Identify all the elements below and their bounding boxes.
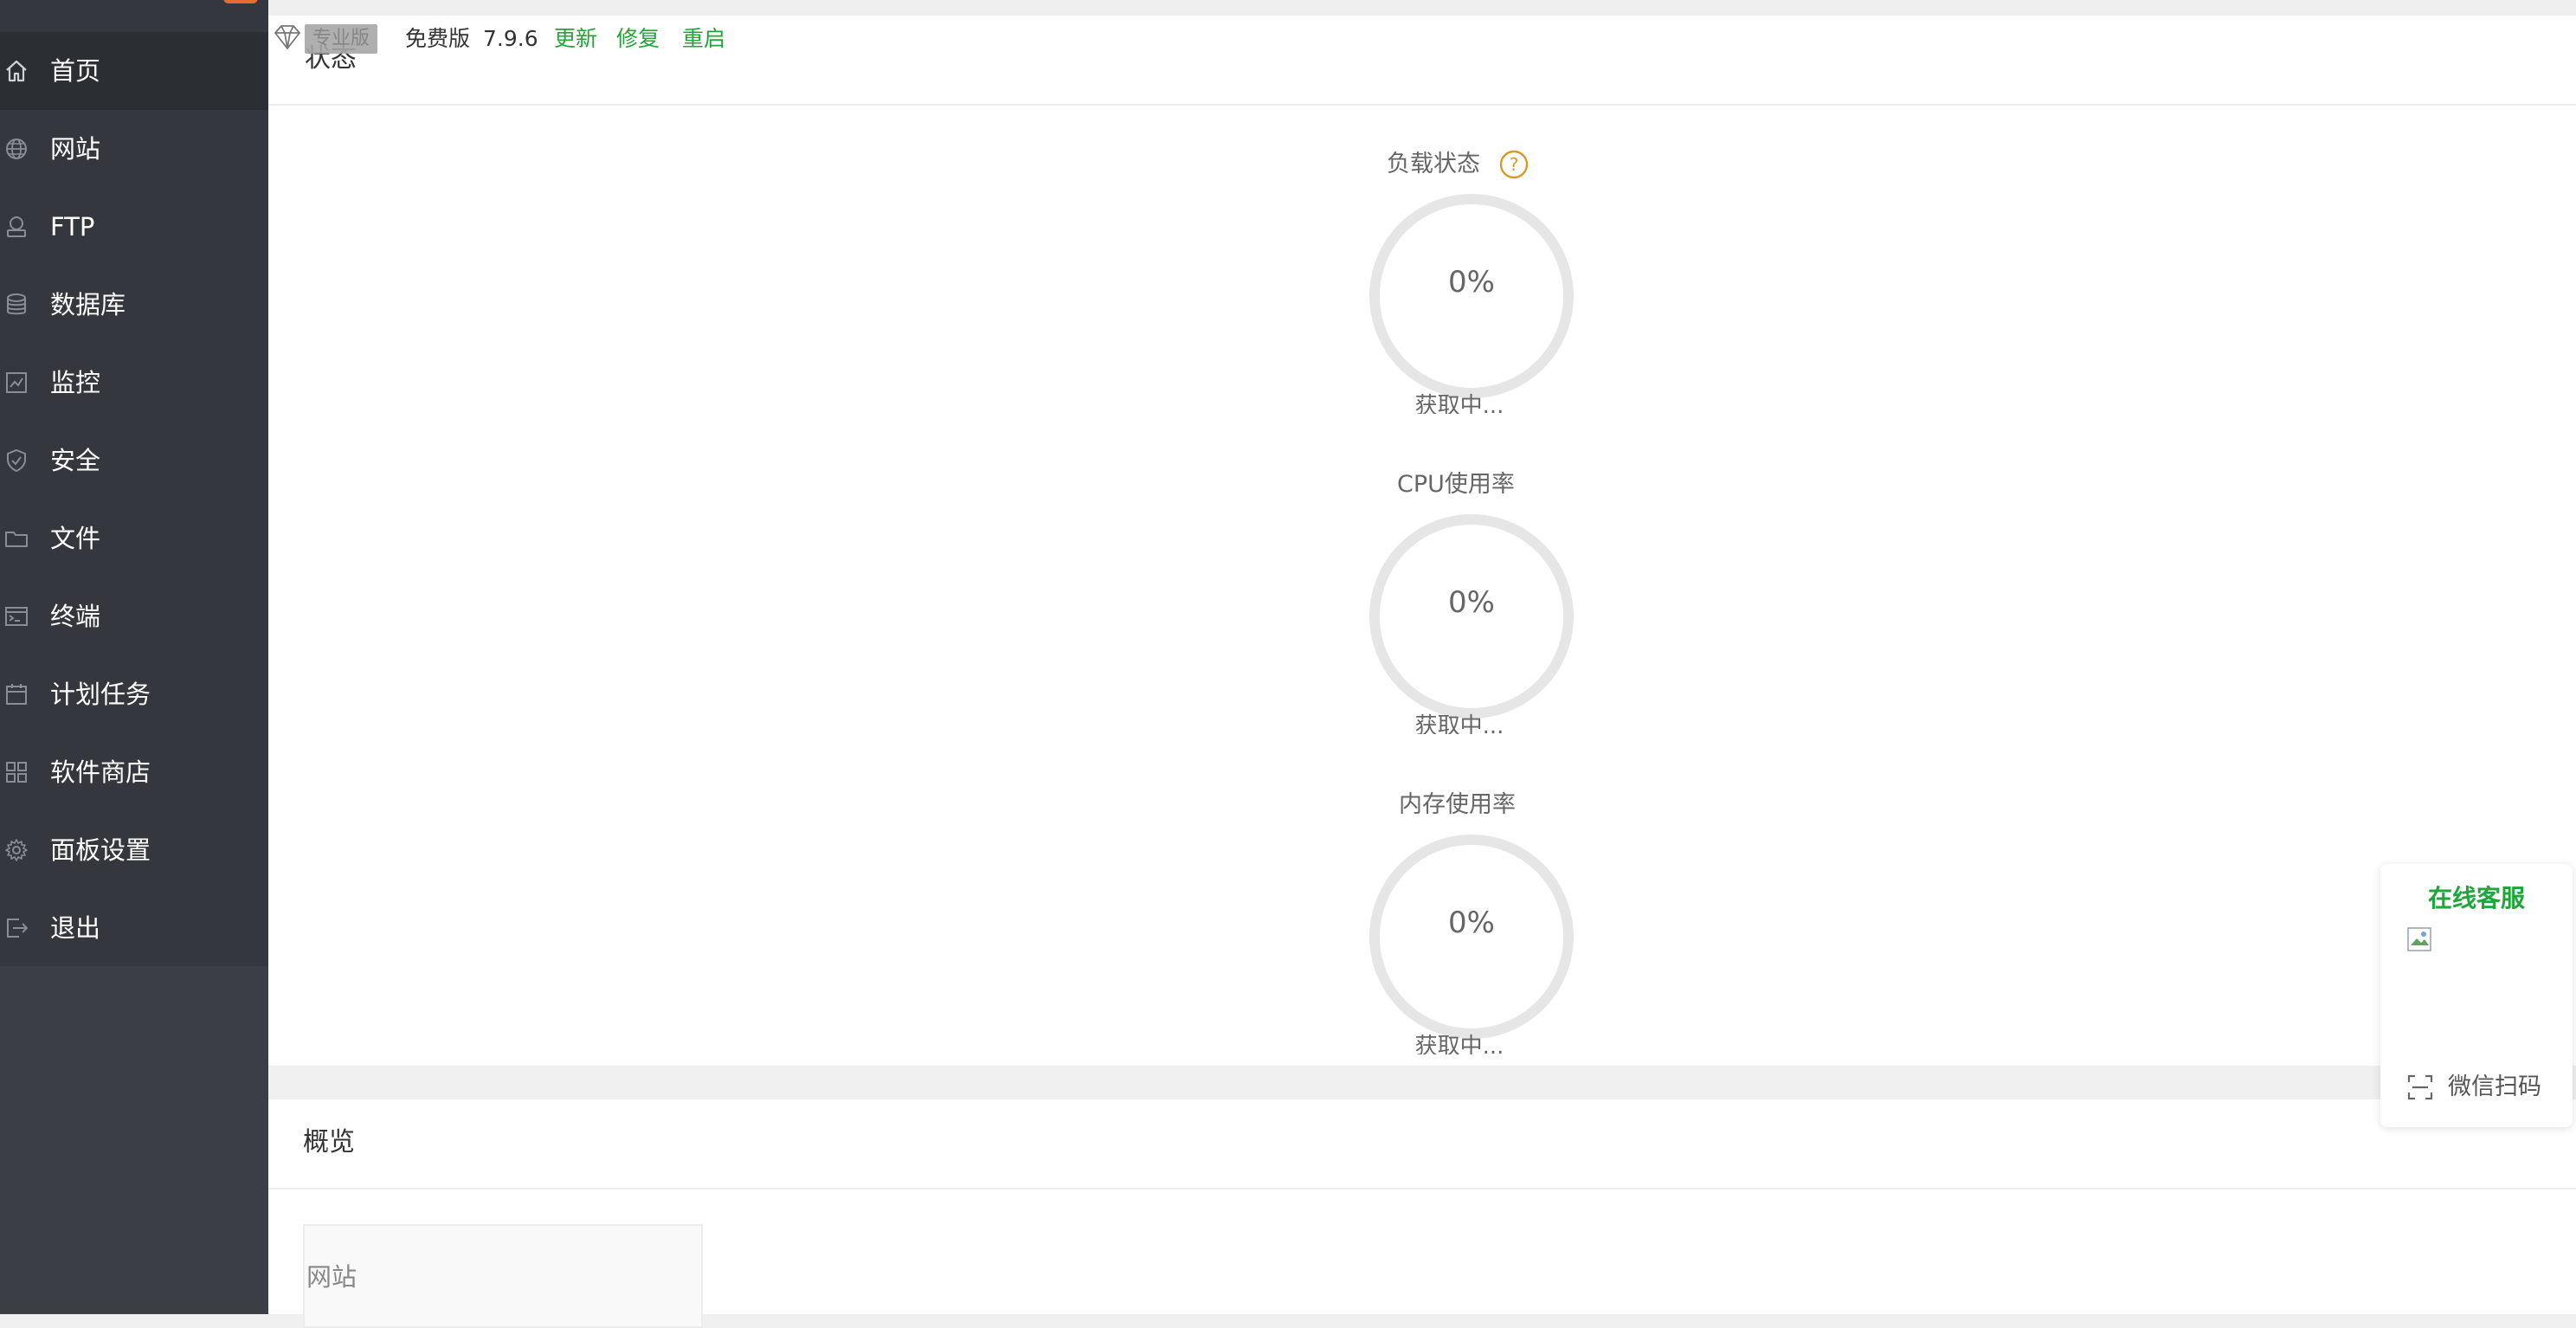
grid-apps-icon: [3, 759, 29, 785]
version-number: 7.9.6: [483, 26, 538, 51]
cpu-gauge-title: CPU使用率: [1397, 471, 1515, 498]
sidebar-item-files[interactable]: 文件: [0, 500, 268, 577]
sidebar: 首页 网站 FTP 数据库 监控 安全 文件 终端 计划任务 软件商店 面板设置…: [0, 0, 268, 1314]
svg-text:?: ?: [1510, 154, 1519, 175]
restart-link[interactable]: 重启: [682, 24, 725, 54]
sidebar-item-label: 安全: [50, 446, 101, 475]
sidebar-item-home[interactable]: 首页: [0, 32, 268, 110]
ftp-icon: [3, 214, 29, 240]
sidebar-item-terminal[interactable]: 终端: [0, 577, 268, 655]
scan-icon: [2406, 1073, 2434, 1101]
sidebar-item-label: 网站: [50, 134, 101, 164]
sidebar-item-database[interactable]: 数据库: [0, 266, 268, 344]
globe-icon: [3, 136, 29, 162]
cpu-gauge-value: 0%: [1448, 585, 1495, 620]
sidebar-item-app-store[interactable]: 软件商店: [0, 733, 268, 811]
qr-code-image: [2406, 926, 2432, 952]
gear-icon: [3, 837, 29, 863]
sidebar-item-ftp[interactable]: FTP: [0, 188, 268, 266]
edition-label: 免费版: [405, 26, 471, 51]
sidebar-item-label: 终端: [50, 602, 101, 631]
sidebar-item-logout[interactable]: 退出: [0, 889, 268, 967]
status-panel-header: 状态: [268, 16, 2576, 106]
sidebar-item-label: 监控: [50, 368, 101, 397]
overview-card-label: 网站: [306, 1262, 357, 1292]
cpu-gauge-status: 获取中...: [1414, 713, 1504, 734]
home-icon: [3, 58, 29, 84]
memory-gauge-title: 内存使用率: [1399, 791, 1516, 818]
load-gauge-value: 0%: [1448, 265, 1495, 300]
monitor-chart-icon: [3, 370, 29, 396]
calendar-icon: [3, 681, 29, 707]
overview-panel: 概览 网站: [268, 1099, 2576, 1328]
sidebar-item-website[interactable]: 网站: [0, 110, 268, 188]
overview-card-website[interactable]: 网站: [303, 1224, 703, 1328]
pro-edition-badge[interactable]: 专业版: [305, 24, 377, 54]
overview-panel-header: 概览: [268, 1099, 2576, 1189]
customer-service-widget: 在线客服 微信扫码: [2380, 864, 2573, 1127]
sidebar-item-label: 首页: [50, 56, 101, 86]
load-gauge-status: 获取中...: [1414, 393, 1504, 414]
sidebar-item-label: 面板设置: [50, 835, 151, 865]
status-panel: 状态 负载状态 ? 0% 获取中... CPU使用率 0% 获取中... 内存使…: [268, 16, 2576, 1066]
sidebar-menu: 首页 网站 FTP 数据库 监控 安全 文件 终端 计划任务 软件商店 面板设置…: [0, 0, 268, 966]
repair-link[interactable]: 修复: [616, 24, 660, 54]
database-icon: [3, 292, 29, 318]
diamond-icon: [270, 23, 305, 52]
update-link[interactable]: 更新: [554, 24, 597, 54]
logout-icon: [3, 915, 29, 941]
shield-icon: [3, 448, 29, 474]
sidebar-item-monitor[interactable]: 监控: [0, 344, 268, 422]
sidebar-item-label: 数据库: [50, 290, 126, 319]
sidebar-item-label: 退出: [50, 913, 101, 943]
sidebar-item-label: FTP: [50, 212, 95, 242]
sidebar-item-cron[interactable]: 计划任务: [0, 655, 268, 733]
sidebar-item-label: 文件: [50, 524, 101, 553]
overview-panel-title: 概览: [303, 1127, 355, 1157]
top-strip: [268, 0, 2576, 16]
notification-badge[interactable]: [223, 0, 258, 3]
customer-service-title[interactable]: 在线客服: [2380, 883, 2573, 914]
wechat-scan-label: 微信扫码: [2448, 1073, 2541, 1100]
memory-gauge-status: 获取中...: [1414, 1034, 1504, 1054]
sidebar-item-security[interactable]: 安全: [0, 422, 268, 500]
memory-gauge-value: 0%: [1448, 906, 1495, 940]
folder-icon: [3, 525, 29, 551]
sidebar-item-panel-settings[interactable]: 面板设置: [0, 811, 268, 889]
sidebar-item-label: 计划任务: [50, 680, 151, 709]
terminal-icon: [3, 603, 29, 629]
load-gauge-title: 负载状态: [1387, 151, 1480, 177]
help-icon[interactable]: ?: [1499, 150, 1529, 179]
sidebar-item-label: 软件商店: [50, 757, 151, 787]
